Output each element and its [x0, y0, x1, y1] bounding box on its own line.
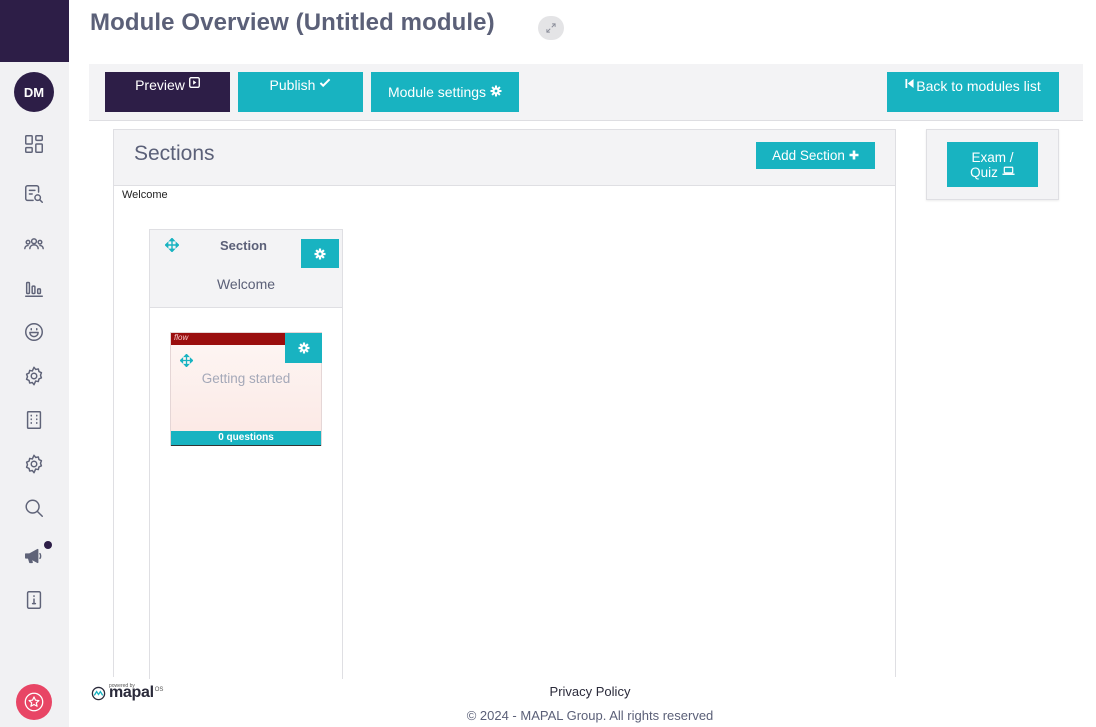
dashboard-icon[interactable]: [22, 132, 46, 156]
section-label: Section: [220, 238, 267, 253]
laptop-icon: [1002, 165, 1015, 180]
section-card: Section Welcome: [149, 229, 343, 679]
preview-icon: [188, 77, 200, 91]
page-title: Module Overview (Untitled module): [90, 9, 495, 36]
exam-label-line1: Exam /: [971, 149, 1014, 165]
cog-icon: [298, 342, 309, 354]
section-settings-button[interactable]: [301, 239, 339, 268]
preview-button[interactable]: Preview: [105, 72, 230, 112]
section-card-header: Section Welcome: [150, 230, 342, 308]
avatar[interactable]: DM: [14, 72, 54, 112]
plus-icon: [849, 149, 859, 163]
expand-button[interactable]: [538, 16, 564, 40]
drag-move-icon[interactable]: [165, 238, 179, 252]
module-settings-button[interactable]: Module settings: [371, 72, 519, 112]
section-name: Welcome: [216, 276, 276, 292]
copyright-text: © 2024 - MAPAL Group. All rights reserve…: [466, 708, 714, 723]
building-icon[interactable]: [22, 408, 46, 432]
search-document-icon[interactable]: [22, 182, 46, 206]
preview-label: Preview: [135, 77, 185, 93]
privacy-policy-link[interactable]: Privacy Policy: [0, 684, 1096, 699]
lesson-thumbnail-text: flow: [174, 333, 189, 342]
section-welcome-tag: Welcome: [120, 188, 170, 202]
back-label: Back to modules list: [916, 78, 1041, 94]
step-backward-icon: [905, 78, 914, 92]
megaphone-icon[interactable]: [22, 544, 46, 568]
info-book-icon[interactable]: [22, 588, 46, 612]
publish-button[interactable]: Publish: [238, 72, 363, 112]
expand-icon: [546, 23, 556, 33]
module-settings-label: Module settings: [387, 84, 487, 100]
add-section-button[interactable]: Add Section: [756, 142, 875, 169]
exam-label-line2: Quiz: [970, 164, 998, 180]
bar-chart-icon[interactable]: [22, 276, 46, 300]
drag-move-icon[interactable]: [179, 353, 193, 367]
lesson-card[interactable]: flow Getting started 0 questions: [170, 332, 322, 446]
lesson-settings-button[interactable]: [285, 333, 322, 363]
exam-quiz-button[interactable]: Exam / Quiz: [947, 142, 1038, 187]
smiley-icon[interactable]: [22, 320, 46, 344]
sections-title: Sections: [134, 142, 215, 165]
back-to-modules-button[interactable]: Back to modules list: [887, 72, 1059, 112]
users-icon[interactable]: [22, 232, 46, 256]
notification-dot: [44, 541, 52, 549]
search-icon[interactable]: [22, 496, 46, 520]
check-icon: [319, 77, 331, 91]
cog-icon: [490, 85, 502, 100]
lesson-title: Getting started: [201, 371, 291, 386]
cog-icon: [314, 248, 326, 259]
sidebar-brand-block: [0, 0, 69, 62]
publish-label: Publish: [269, 77, 316, 93]
settings-icon[interactable]: [22, 364, 46, 388]
gear-icon[interactable]: [22, 452, 46, 476]
add-section-label: Add Section: [772, 148, 845, 163]
lesson-question-count: 0 questions: [171, 431, 321, 446]
